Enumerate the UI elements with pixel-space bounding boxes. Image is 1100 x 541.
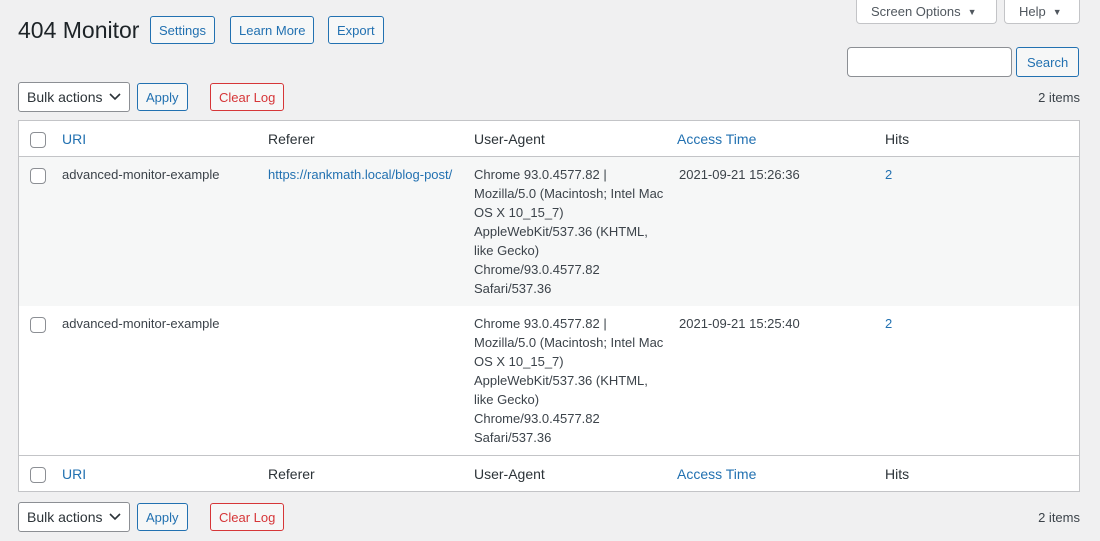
column-access-time-sort[interactable]: Access Time [677, 131, 756, 147]
column-access-time-sort[interactable]: Access Time [677, 466, 756, 482]
apply-button[interactable]: Apply [137, 503, 188, 531]
clear-log-button[interactable]: Clear Log [210, 83, 285, 111]
chevron-down-icon [109, 93, 121, 101]
row-user-agent: Chrome 93.0.4577.82 | Mozilla/5.0 (Macin… [474, 167, 664, 296]
select-all-checkbox[interactable] [30, 132, 46, 148]
tablenav-top: Bulk actions Apply Clear Log 2 items [18, 82, 1080, 112]
apply-button[interactable]: Apply [137, 83, 188, 111]
help-label: Help [1019, 4, 1046, 19]
bulk-actions-label: Bulk actions [27, 509, 103, 525]
settings-button[interactable]: Settings [150, 16, 215, 44]
row-hits: 2 [885, 167, 893, 182]
row-uri: advanced-monitor-example [62, 167, 220, 182]
row-referer: https://rankmath.local/blog-post/ [268, 165, 453, 184]
clear-log-button[interactable]: Clear Log [210, 503, 285, 531]
search-input[interactable] [847, 47, 1012, 77]
learn-more-button[interactable]: Learn More [230, 16, 315, 44]
search-button[interactable]: Search [1016, 47, 1080, 77]
column-referer: Referer [268, 466, 315, 482]
row-checkbox[interactable] [30, 317, 46, 333]
table-row: advanced-monitor-example https://rankmat… [19, 157, 1079, 306]
chevron-down-icon [109, 513, 121, 521]
column-uri-sort[interactable]: URI [62, 131, 86, 147]
row-uri: advanced-monitor-example [62, 316, 220, 331]
column-hits: Hits [885, 466, 910, 482]
page-title: 404 Monitor [18, 17, 140, 43]
column-hits: Hits [885, 131, 910, 147]
caret-down-icon: ▼ [1052, 6, 1062, 17]
row-checkbox[interactable] [30, 168, 46, 184]
items-count: 2 items [1038, 90, 1080, 105]
referer-link[interactable]: https://rankmath.local/blog-post/ [268, 167, 452, 182]
row-user-agent: Chrome 93.0.4577.82 | Mozilla/5.0 (Macin… [474, 316, 664, 445]
caret-down-icon: ▼ [967, 6, 977, 17]
row-access-time: 2021-09-21 15:26:36 [679, 167, 800, 182]
table-footer: URI Referer User-Agent Access Time Hits [19, 455, 1079, 491]
bulk-actions-label: Bulk actions [27, 89, 103, 105]
screen-options-toggle[interactable]: Screen Options ▼ [856, 0, 997, 24]
row-hits: 2 [885, 316, 893, 331]
tablenav-bottom: Bulk actions Apply Clear Log 2 items [18, 502, 1080, 532]
bulk-actions-select[interactable]: Bulk actions [18, 82, 130, 112]
select-all-checkbox[interactable] [30, 467, 46, 483]
search-box: Search [847, 47, 1080, 77]
items-count: 2 items [1038, 510, 1080, 525]
column-user-agent: User-Agent [474, 131, 545, 147]
column-uri-sort[interactable]: URI [62, 466, 86, 482]
table-row: advanced-monitor-example Chrome 93.0.457… [19, 306, 1079, 455]
row-access-time: 2021-09-21 15:25:40 [679, 316, 800, 331]
table-header: URI Referer User-Agent Access Time Hits [19, 121, 1079, 157]
column-user-agent: User-Agent [474, 466, 545, 482]
help-toggle[interactable]: Help ▼ [1004, 0, 1080, 24]
screen-options-label: Screen Options [871, 4, 961, 19]
column-referer: Referer [268, 131, 315, 147]
bulk-actions-select[interactable]: Bulk actions [18, 502, 130, 532]
log-table: URI Referer User-Agent Access Time Hits … [18, 120, 1080, 492]
export-button[interactable]: Export [328, 16, 384, 44]
